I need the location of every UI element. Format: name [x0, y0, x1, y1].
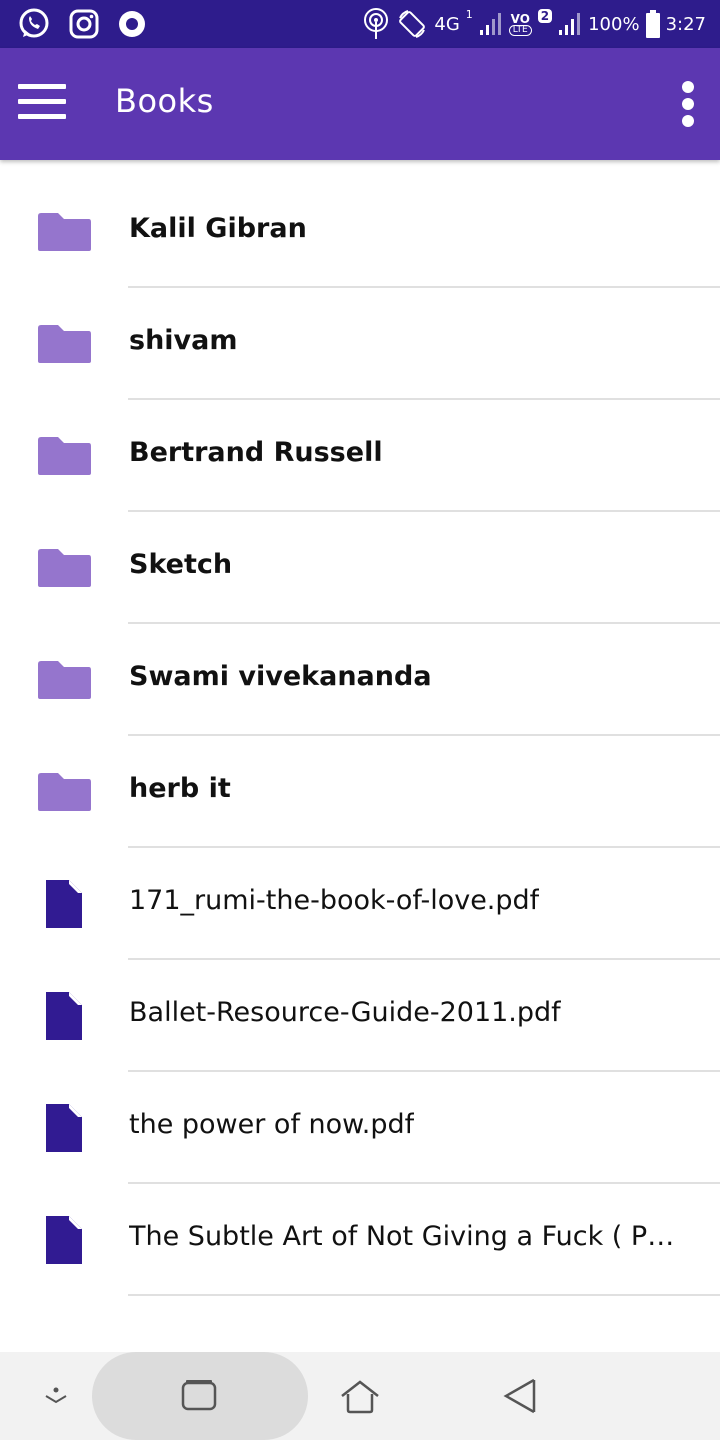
record-icon — [119, 11, 145, 37]
list-item[interactable]: Bertrand Russell — [0, 400, 720, 512]
file-icon — [46, 880, 82, 928]
more-vert-icon — [682, 81, 694, 93]
item-name: Bertrand Russell — [129, 437, 383, 468]
file-icon — [46, 992, 82, 1040]
list-item[interactable]: the power of now.pdf — [0, 1072, 720, 1184]
file-list: Kalil Gibran shivam Bertrand Russell Ske… — [0, 176, 720, 1296]
volte-indicator: VO LTE — [508, 11, 532, 36]
file-icon — [46, 1216, 82, 1264]
list-item[interactable]: Kalil Gibran — [0, 176, 720, 288]
folder-icon — [38, 213, 91, 251]
more-vert-dot-2 — [682, 98, 694, 110]
folder-icon — [38, 549, 91, 587]
list-item[interactable]: shivam — [0, 288, 720, 400]
rotate-icon — [399, 10, 426, 38]
recent-apps-button[interactable] — [92, 1352, 308, 1440]
system-status: 4G 1 VO LTE 2 100% 3:27 — [362, 4, 706, 44]
hotspot-icon — [364, 8, 389, 39]
network-type: 4G — [434, 13, 460, 35]
more-options-button[interactable] — [676, 81, 700, 127]
whatsapp-icon — [19, 8, 49, 38]
item-name: The Subtle Art of Not Giving a Fuck ( PD… — [129, 1221, 689, 1252]
item-name: Kalil Gibran — [129, 213, 307, 244]
folder-icon — [38, 661, 91, 699]
sim1-label: 1 — [465, 7, 473, 21]
instagram-icon — [69, 9, 99, 39]
list-item[interactable]: Ballet-Resource-Guide-2011.pdf — [0, 960, 720, 1072]
battery-percent: 100% — [588, 13, 640, 35]
divider — [128, 1294, 720, 1296]
list-item[interactable]: Sketch — [0, 512, 720, 624]
app-bar: Books — [0, 48, 720, 160]
list-item[interactable]: Swami vivekananda — [0, 624, 720, 736]
folder-icon — [38, 437, 91, 475]
home-icon[interactable] — [338, 1378, 382, 1414]
item-name: herb it — [129, 773, 231, 804]
status-bar: 4G 1 VO LTE 2 100% 3:27 — [0, 0, 720, 48]
signal-strength-icon-2 — [559, 13, 581, 35]
folder-icon — [38, 773, 91, 811]
item-name: Swami vivekananda — [129, 661, 432, 692]
sim2-badge: 2 — [537, 9, 553, 23]
page-title: Books — [115, 82, 214, 120]
folder-icon — [38, 325, 91, 363]
menu-icon — [18, 84, 66, 89]
item-name: Sketch — [129, 549, 233, 580]
signal-strength-icon — [479, 13, 501, 35]
item-name: Ballet-Resource-Guide-2011.pdf — [129, 997, 561, 1028]
file-icon — [46, 1104, 82, 1152]
menu-icon-bar-2 — [18, 99, 66, 104]
item-name: shivam — [129, 325, 238, 356]
more-vert-dot-3 — [682, 115, 694, 127]
notification-icons — [16, 6, 148, 42]
menu-button[interactable] — [18, 84, 66, 124]
navigation-bar — [0, 1352, 720, 1440]
clock: 3:27 — [665, 13, 706, 35]
list-item[interactable]: 171_rumi-the-book-of-love.pdf — [0, 848, 720, 960]
hide-nav-icon[interactable] — [41, 1382, 71, 1412]
item-name: the power of now.pdf — [129, 1109, 415, 1140]
item-name: 171_rumi-the-book-of-love.pdf — [129, 885, 540, 916]
menu-icon-bar-3 — [18, 114, 66, 119]
recent-apps-icon — [181, 1380, 217, 1411]
battery-icon — [645, 10, 660, 38]
back-icon[interactable] — [500, 1376, 540, 1416]
list-item[interactable]: The Subtle Art of Not Giving a Fuck ( PD… — [0, 1184, 720, 1296]
list-item[interactable]: herb it — [0, 736, 720, 848]
